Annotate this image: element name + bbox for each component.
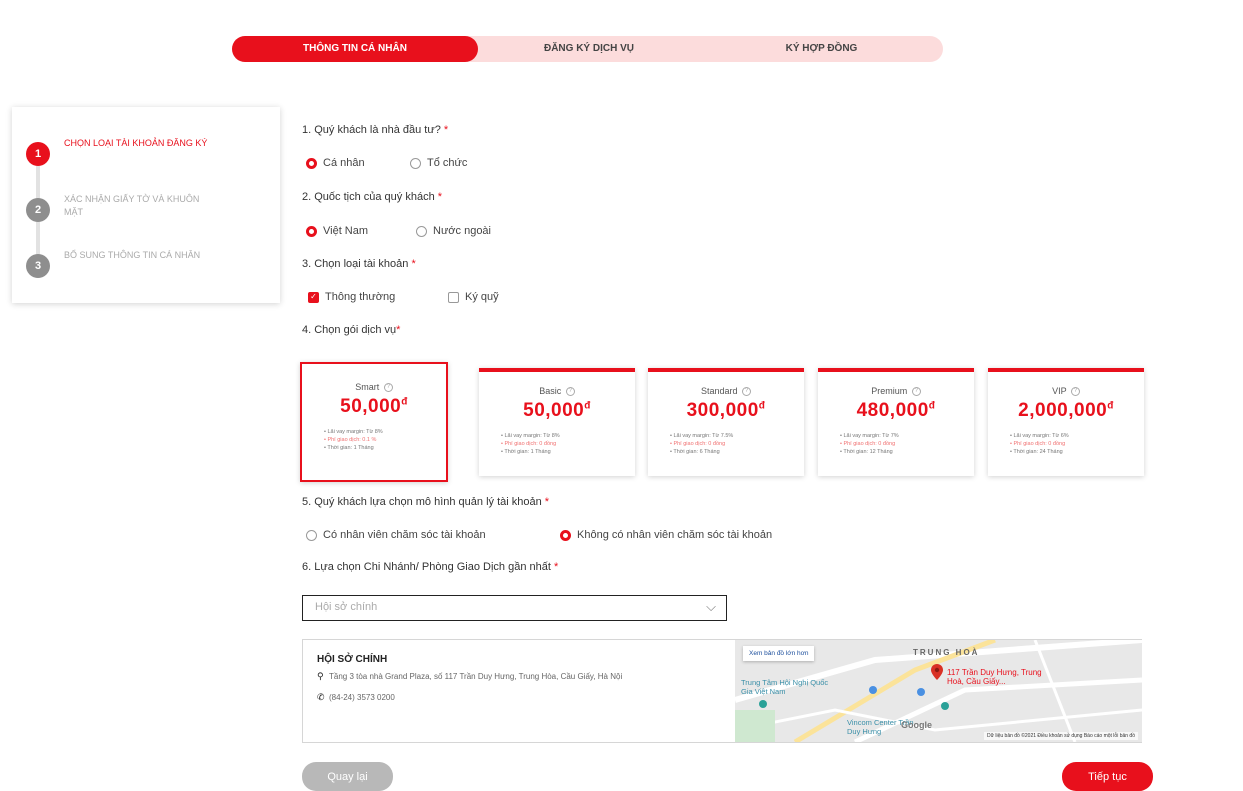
check-icon: ✓ bbox=[308, 291, 319, 303]
branch-select-value: Hội sở chính bbox=[315, 601, 378, 613]
map-pin-label: 117 Trần Duy Hưng, Trung Hoà, Cầu Giấy..… bbox=[947, 668, 1042, 686]
radio-icon bbox=[410, 157, 421, 169]
branch-phone: (84-24) 3573 0200 bbox=[329, 693, 395, 702]
step-label: CHỌN LOẠI TÀI KHOẢN ĐĂNG KÝ bbox=[64, 138, 208, 148]
radio-icon bbox=[306, 225, 317, 237]
map-area-label: TRUNG HOÀ bbox=[913, 648, 980, 657]
package-features: • Lãi vay margin: Từ 7.5% • Phí giao dịc… bbox=[670, 433, 734, 456]
step-sidebar: 1 CHỌN LOẠI TÀI KHOẢN ĐĂNG KÝ 2 XÁC NHẬN… bbox=[12, 107, 280, 303]
radio-icon bbox=[306, 529, 317, 541]
package-features: • Lãi vay margin: Từ 7% • Phí giao dịch:… bbox=[840, 433, 899, 456]
radio-individual[interactable]: Cá nhân bbox=[306, 157, 365, 169]
package-card-vip[interactable]: VIP ? 2,000,000đ • Lãi vay margin: Từ 6%… bbox=[988, 368, 1144, 476]
question-account-management: 5. Quý khách lựa chọn mô hình quản lý tà… bbox=[302, 496, 550, 508]
map-pin-icon[interactable] bbox=[931, 664, 943, 680]
tab-service-registration[interactable]: ĐĂNG KÝ DỊCH VỤ bbox=[478, 36, 700, 62]
chevron-down-icon: ⌵ bbox=[706, 599, 716, 614]
info-icon[interactable]: ? bbox=[742, 387, 752, 397]
question-account-type: 3. Chọn loại tài khoản * bbox=[302, 258, 416, 270]
question-nationality: 2. Quốc tịch của quý khách * bbox=[302, 191, 443, 203]
phone-icon: ✆ bbox=[317, 692, 325, 702]
radio-organization[interactable]: Tổ chức bbox=[410, 157, 467, 169]
package-card-smart[interactable]: Smart ? 50,000đ • Lãi vay margin: Từ 8% … bbox=[300, 362, 448, 482]
next-button[interactable]: Tiếp tục bbox=[1062, 762, 1153, 791]
step-label: XÁC NHẬN GIẤY TỜ VÀ KHUÔN MẶT bbox=[64, 194, 200, 217]
package-price: 2,000,000đ bbox=[1018, 400, 1114, 422]
tab-sign-contract[interactable]: KÝ HỢP ĐỒNG bbox=[700, 36, 943, 62]
tab-personal-info[interactable]: THÔNG TIN CÁ NHÂN bbox=[232, 36, 478, 62]
step-3[interactable]: 3 BỔ SUNG THÔNG TIN CÁ NHÂN bbox=[26, 249, 214, 278]
radio-icon bbox=[560, 529, 571, 541]
step-1[interactable]: 1 CHỌN LOẠI TÀI KHOẢN ĐĂNG KÝ bbox=[26, 137, 214, 166]
progress-tabs: THÔNG TIN CÁ NHÂN ĐĂNG KÝ DỊCH VỤ KÝ HỢP… bbox=[232, 36, 943, 62]
package-name: Basic bbox=[539, 386, 562, 396]
package-price: 480,000đ bbox=[856, 400, 936, 422]
map-footer[interactable]: Dữ liệu bản đồ ©2021 Điều khoản sử dụng … bbox=[984, 732, 1138, 740]
package-features: • Lãi vay margin: Từ 8% • Phí giao dịch:… bbox=[501, 433, 560, 456]
radio-with-staff[interactable]: Có nhân viên chăm sóc tài khoản bbox=[306, 529, 486, 541]
map-poi-convention-center: Trung Tâm Hội Nghị Quốc Gia Việt Nam bbox=[741, 678, 829, 696]
radio-foreign[interactable]: Nước ngoài bbox=[416, 225, 491, 237]
radio-icon bbox=[416, 225, 427, 237]
package-features: • Lãi vay margin: Từ 8% • Phí giao dịch:… bbox=[324, 429, 383, 452]
checkbox-margin[interactable]: Ký quỹ bbox=[448, 291, 499, 303]
step-number: 3 bbox=[26, 254, 50, 278]
info-icon[interactable]: ? bbox=[1070, 387, 1080, 397]
branch-address: Tầng 3 tòa nhà Grand Plaza, số 117 Trần … bbox=[329, 672, 623, 681]
step-number: 1 bbox=[26, 142, 50, 166]
branch-info-panel: HỘI SỞ CHÍNH ⚲ Tầng 3 tòa nhà Grand Plaza… bbox=[302, 639, 1142, 743]
step-2[interactable]: 2 XÁC NHẬN GIẤY TỜ VÀ KHUÔN MẶT bbox=[26, 193, 214, 222]
checkbox-normal[interactable]: ✓ Thông thường bbox=[308, 291, 395, 303]
package-price: 300,000đ bbox=[686, 400, 766, 422]
question-service-package: 4. Chọn gói dịch vụ* bbox=[302, 324, 401, 336]
package-card-premium[interactable]: Premium ? 480,000đ • Lãi vay margin: Từ … bbox=[818, 368, 974, 476]
branch-select[interactable]: Hội sở chính ⌵ bbox=[302, 595, 727, 621]
package-name: Smart bbox=[355, 382, 380, 392]
package-price: 50,000đ bbox=[523, 400, 591, 422]
package-card-basic[interactable]: Basic ? 50,000đ • Lãi vay margin: Từ 8% … bbox=[479, 368, 635, 476]
branch-title: HỘI SỞ CHÍNH bbox=[317, 654, 388, 665]
branch-map[interactable]: Xem bản đồ lớn hơn TRUNG HOÀ 117 Trần Du… bbox=[735, 640, 1142, 742]
radio-icon bbox=[306, 157, 317, 169]
package-features: • Lãi vay margin: Từ 6% • Phí giao dịch:… bbox=[1010, 433, 1069, 456]
larger-map-link[interactable]: Xem bản đồ lớn hơn bbox=[743, 646, 815, 661]
radio-vietnam[interactable]: Việt Nam bbox=[306, 225, 368, 237]
question-investor-type: 1. Quý khách là nhà đầu tư? * bbox=[302, 124, 449, 136]
google-logo: Google bbox=[901, 720, 932, 730]
package-name: Standard bbox=[700, 386, 738, 396]
package-price: 50,000đ bbox=[340, 396, 408, 418]
question-branch: 6. Lựa chọn Chi Nhánh/ Phòng Giao Dịch g… bbox=[302, 561, 559, 573]
info-icon[interactable]: ? bbox=[383, 383, 393, 393]
package-name: VIP bbox=[1052, 386, 1067, 396]
radio-without-staff[interactable]: Không có nhân viên chăm sóc tài khoản bbox=[560, 529, 772, 541]
info-icon[interactable]: ? bbox=[565, 387, 575, 397]
step-label: BỔ SUNG THÔNG TIN CÁ NHÂN bbox=[64, 250, 201, 260]
package-name: Premium bbox=[871, 386, 908, 396]
location-pin-icon: ⚲ bbox=[317, 671, 324, 681]
info-icon[interactable]: ? bbox=[911, 387, 921, 397]
package-card-standard[interactable]: Standard ? 300,000đ • Lãi vay margin: Từ… bbox=[648, 368, 804, 476]
step-number: 2 bbox=[26, 198, 50, 222]
checkbox-icon bbox=[448, 291, 459, 303]
back-button[interactable]: Quay lại bbox=[302, 762, 393, 791]
